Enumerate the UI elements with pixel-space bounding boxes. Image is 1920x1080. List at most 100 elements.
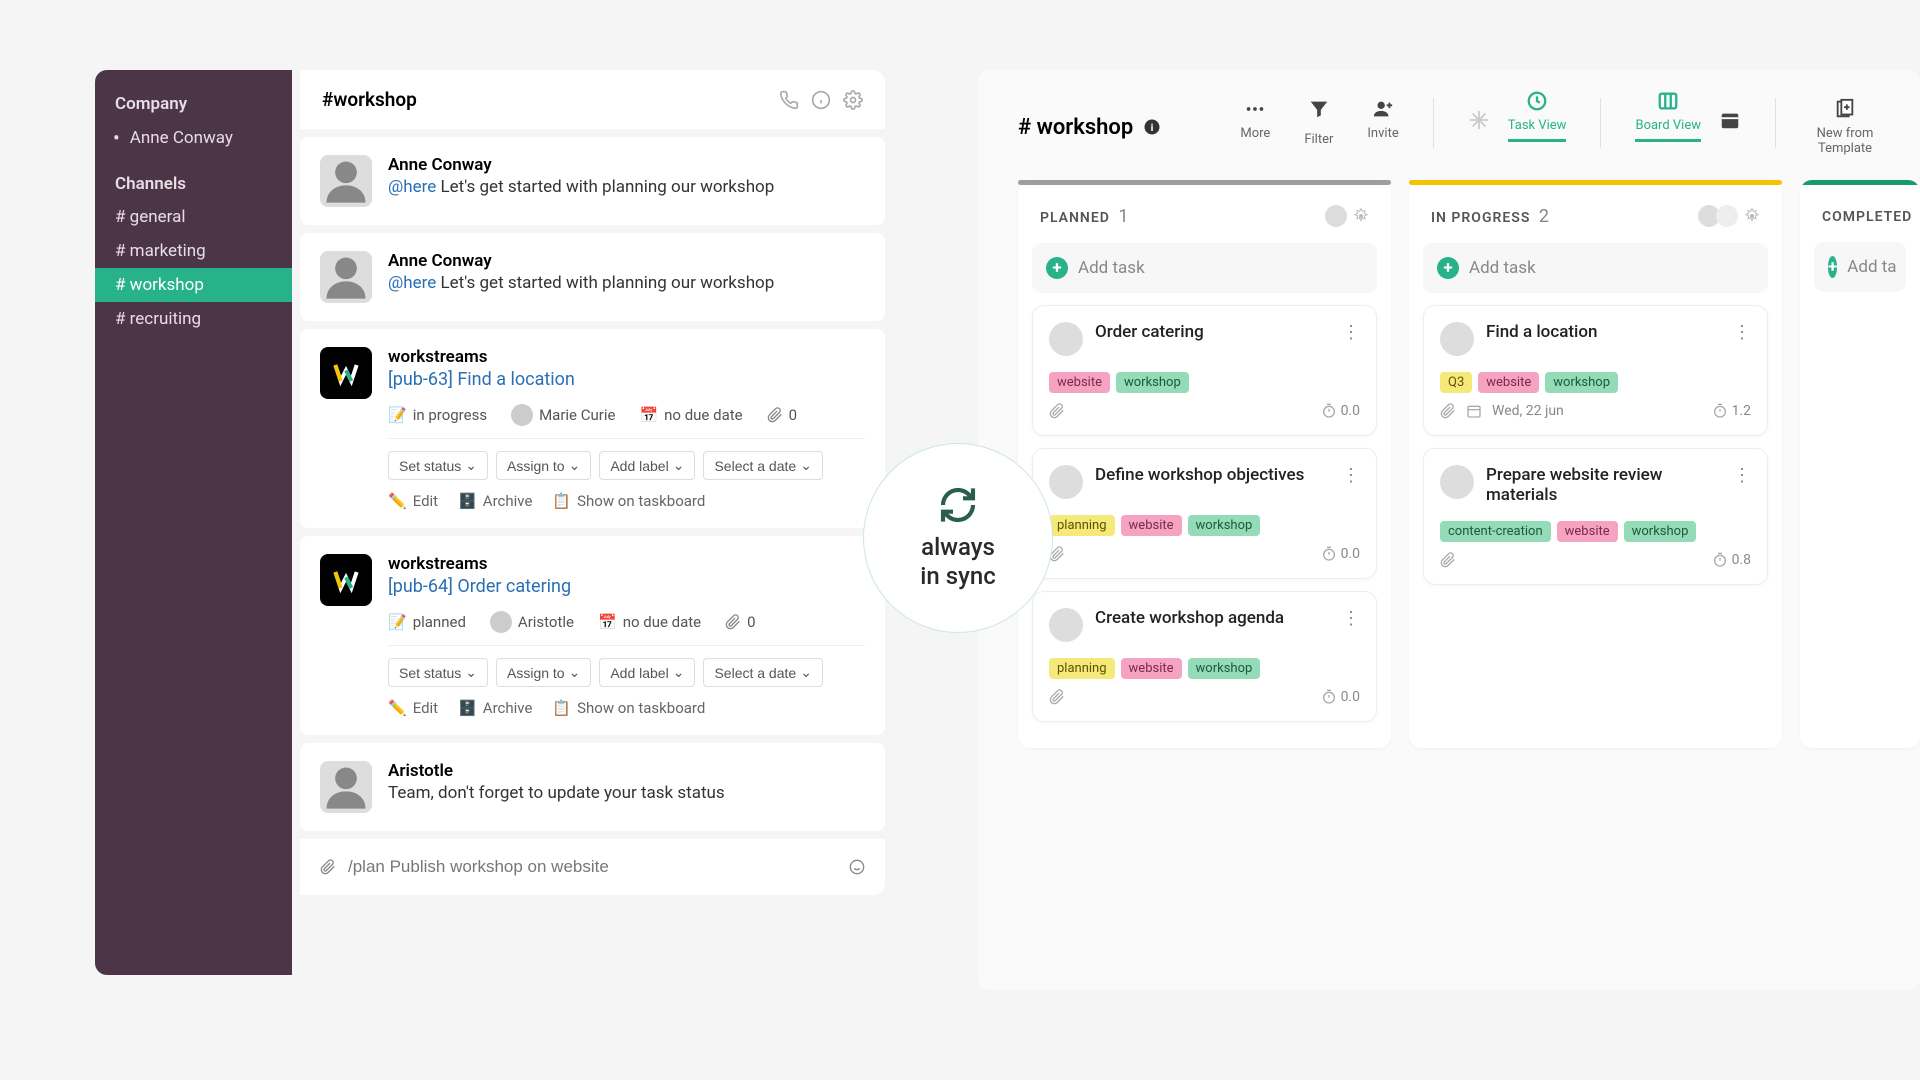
sync-icon — [938, 485, 978, 525]
tag: workshop — [1545, 372, 1618, 393]
timer-icon — [1321, 403, 1337, 419]
more-button[interactable]: More — [1240, 98, 1270, 141]
board-panel: # workshop i More Filter Invite Task Vie… — [978, 70, 1920, 990]
column-title: IN PROGRESS — [1431, 210, 1530, 226]
gear-icon[interactable] — [1353, 208, 1369, 224]
sidebar-item-marketing[interactable]: # marketing — [95, 234, 292, 268]
sidebar-item-general[interactable]: # general — [95, 200, 292, 234]
task-title-link[interactable]: Order catering — [457, 576, 571, 597]
edit-link[interactable]: ✏️ Edit — [388, 699, 438, 717]
filter-button[interactable]: Filter — [1304, 98, 1333, 147]
app-name: workstreams — [388, 347, 865, 367]
show-taskboard-link[interactable]: 📋 Show on taskboard — [552, 699, 705, 717]
attach-icon[interactable] — [320, 859, 336, 875]
set-status-button[interactable]: Set status ⌄ — [388, 658, 488, 687]
card-menu-icon[interactable]: ⋮ — [1733, 322, 1751, 343]
attach-icon — [1440, 552, 1456, 568]
emoji-icon[interactable] — [849, 859, 865, 875]
column-title: COMPLETED — [1822, 209, 1912, 225]
task-status: 📝planned — [388, 613, 466, 631]
timer-icon — [1321, 546, 1337, 562]
invite-button[interactable]: Invite — [1367, 98, 1398, 141]
show-taskboard-link[interactable]: 📋 Show on taskboard — [552, 492, 705, 510]
channel-title: #workshop — [322, 88, 417, 111]
card-due: Wed, 22 jun — [1492, 403, 1564, 419]
msg-author: Aristotle — [388, 761, 865, 781]
sidebar-item-workshop[interactable]: # workshop — [95, 268, 292, 302]
attach-icon — [1049, 403, 1065, 419]
app-name: workstreams — [388, 554, 865, 574]
task-assignee: Aristotle — [490, 611, 574, 633]
add-task-button[interactable]: +Add task — [1423, 243, 1768, 293]
info-icon[interactable]: i — [1143, 118, 1161, 136]
task-attach: 0 — [767, 406, 797, 424]
card-title: Prepare website review materials — [1486, 465, 1721, 505]
task-card[interactable]: Find a location⋮ Q3websiteworkshop Wed, … — [1423, 305, 1768, 436]
edit-link[interactable]: ✏️ Edit — [388, 492, 438, 510]
svg-text:i: i — [1151, 121, 1154, 134]
task-assignee: Marie Curie — [511, 404, 615, 426]
task-card[interactable]: Define workshop objectives⋮ planningwebs… — [1032, 448, 1377, 579]
add-task-button[interactable]: +Add ta — [1814, 242, 1906, 292]
card-menu-icon[interactable]: ⋮ — [1342, 322, 1360, 343]
task-ref[interactable]: [pub-64] — [388, 576, 457, 597]
set-status-button[interactable]: Set status ⌄ — [388, 451, 488, 480]
mention[interactable]: @here — [388, 273, 436, 293]
avatar — [1049, 465, 1083, 499]
task-attach: 0 — [725, 613, 755, 631]
msg-text: Team, don't forget to update your task s… — [388, 783, 865, 803]
task-card[interactable]: Create workshop agenda⋮ planningwebsitew… — [1032, 591, 1377, 722]
info-icon[interactable] — [811, 90, 831, 110]
msg-text: Let's get started with planning our work… — [436, 177, 774, 197]
task-card[interactable]: Prepare website review materials ⋮ conten… — [1423, 448, 1768, 585]
select-date-button[interactable]: Select a date ⌄ — [703, 658, 822, 687]
archive-link[interactable]: 🗄️ Archive — [458, 699, 532, 717]
board-title: # workshop i — [1018, 115, 1161, 140]
task-message: workstreams [pub-64] Order catering 📝pla… — [300, 536, 885, 735]
msg-text: Let's get started with planning our work… — [436, 273, 774, 293]
chat-message: Anne Conway @here Let's get started with… — [300, 233, 885, 321]
chat-message: Anne Conway @here Let's get started with… — [300, 137, 885, 225]
tag: planning — [1049, 515, 1115, 536]
new-template-button[interactable]: New from Template — [1810, 98, 1880, 156]
task-title-link[interactable]: Find a location — [457, 369, 574, 390]
tag: workshop — [1116, 372, 1189, 393]
mention[interactable]: @here — [388, 177, 436, 197]
board-view-tab[interactable]: Board View — [1635, 90, 1701, 142]
sidebar-item-recruiting[interactable]: # recruiting — [95, 302, 292, 336]
card-title: Create workshop agenda — [1095, 608, 1330, 628]
calendar-icon[interactable] — [1719, 109, 1741, 131]
card-menu-icon[interactable]: ⋮ — [1342, 465, 1360, 486]
task-card[interactable]: Order catering⋮ websiteworkshop 0.0 — [1032, 305, 1377, 436]
select-date-button[interactable]: Select a date ⌄ — [703, 451, 822, 480]
add-label-button[interactable]: Add label ⌄ — [599, 451, 695, 480]
msg-author: Anne Conway — [388, 251, 865, 271]
company-label: Company — [95, 94, 292, 122]
card-title: Find a location — [1486, 322, 1721, 342]
add-task-button[interactable]: +Add task — [1032, 243, 1377, 293]
avatar — [320, 761, 372, 813]
app-avatar — [320, 554, 372, 606]
task-view-tab[interactable]: Task View — [1508, 90, 1567, 142]
phone-icon[interactable] — [779, 90, 799, 110]
archive-link[interactable]: 🗄️ Archive — [458, 492, 532, 510]
assign-button[interactable]: Assign to ⌄ — [496, 451, 591, 480]
card-menu-icon[interactable]: ⋮ — [1342, 608, 1360, 629]
attach-icon — [1440, 403, 1456, 419]
add-label-button[interactable]: Add label ⌄ — [599, 658, 695, 687]
column-completed: COMPLETED 0 +Add ta — [1800, 180, 1920, 748]
task-ref[interactable]: [pub-63] — [388, 369, 457, 390]
chat-message: Aristotle Team, don't forget to update y… — [300, 743, 885, 831]
avatar — [1440, 465, 1474, 499]
chat-input[interactable] — [348, 857, 837, 877]
tag: content-creation — [1440, 521, 1551, 542]
gear-icon[interactable] — [843, 90, 863, 110]
card-menu-icon[interactable]: ⋮ — [1733, 465, 1751, 486]
card-title: Define workshop objectives — [1095, 465, 1330, 485]
sidebar-user[interactable]: Anne Conway — [95, 122, 292, 154]
assign-button[interactable]: Assign to ⌄ — [496, 658, 591, 687]
snowflake-icon[interactable] — [1468, 109, 1490, 131]
avatar — [1440, 322, 1474, 356]
gear-icon[interactable] — [1744, 208, 1760, 224]
avatar — [320, 155, 372, 207]
